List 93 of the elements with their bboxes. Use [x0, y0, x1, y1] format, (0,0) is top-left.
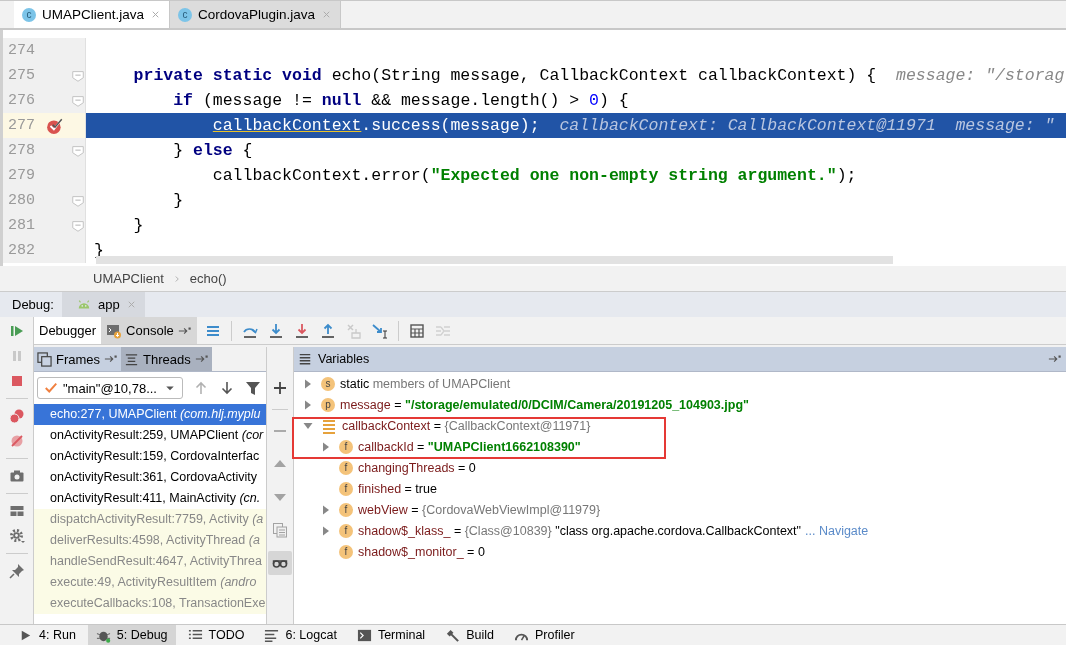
variable-entry[interactable]: static members of UMAPClient [340, 376, 511, 391]
line-number: 278 [7, 142, 36, 159]
inline-value-hint: message: " [955, 116, 1055, 135]
code-line: } else { [173, 141, 253, 160]
stack-frame[interactable]: execute:49, ActivityResultItem (andro [34, 572, 266, 593]
line-number: 279 [7, 167, 36, 184]
code-line: private static void echo(String message, CallbackContext callbackContext) { [133, 66, 877, 85]
breadcrumb-item[interactable]: UMAPClient [93, 271, 164, 286]
panel-title: Debug: [11, 296, 55, 314]
navigate-link[interactable]: ... Navigate [805, 523, 869, 538]
inline-value-hint: message: "/storag [896, 66, 1065, 85]
code-line: } [133, 216, 144, 235]
class-icon: c [178, 7, 193, 22]
editor-tab[interactable]: c UMAPClient.java [14, 1, 171, 28]
stack-frame[interactable]: onActivityResult:361, CordovaActivity [34, 467, 266, 488]
camera-icon[interactable] [8, 468, 25, 484]
line-number: 280 [7, 192, 36, 209]
variable-type-icon: s [321, 376, 335, 391]
variable-entry[interactable]: webView = {CordovaWebViewImpl@11979} [358, 502, 601, 517]
code-line: } [173, 191, 184, 210]
variable-entry[interactable]: shadow$_klass_ = {Class@10839} "class org.apache.cordova.CallbackContext" [358, 523, 801, 538]
list-icon [124, 351, 140, 367]
code-line: callbackContext.error("Expected one non-empty string argument."); [212, 166, 857, 185]
variable-type-icon: f [339, 439, 353, 454]
line-number: 281 [7, 217, 36, 234]
code-line: if (message != null && message.length() > 0) { [173, 91, 629, 110]
line-number: 282 [7, 242, 36, 259]
stack-frame[interactable]: onActivityResult:411, MainActivity (cn. [34, 488, 266, 509]
variable-type-icon: f [339, 502, 353, 517]
debugger-tab[interactable]: Console [101, 317, 197, 344]
lines-icon [264, 627, 280, 643]
filter-icon[interactable] [245, 380, 261, 396]
step-into-icon[interactable] [267, 322, 284, 339]
tool-window-button[interactable]: Profiler [505, 625, 583, 645]
panel-title: Variables [318, 352, 370, 366]
breakpoint-icon[interactable] [46, 116, 64, 135]
list-icon [298, 352, 312, 366]
line-number: 274 [7, 42, 36, 59]
thread-dropdown[interactable]: "main"@10,78... [37, 377, 183, 399]
line-number: 277 [7, 117, 36, 134]
plus-icon[interactable] [272, 380, 288, 396]
frames-icon [37, 351, 52, 367]
variable-entry[interactable]: message = "/storage/emulated/0/DCIM/Camera/20191205_104903.jpg" [340, 397, 749, 412]
resume-icon[interactable] [8, 323, 25, 339]
stack-frame[interactable]: onActivityResult:259, UMAPClient (cor [34, 425, 266, 446]
pin-icon[interactable] [8, 563, 25, 579]
stack-frame[interactable]: onActivityResult:159, CordovaInterfac [34, 446, 266, 467]
class-icon: c [22, 7, 36, 22]
panel-tab[interactable]: Threads [121, 347, 212, 371]
variable-type-icon: f [339, 544, 353, 559]
calculator-icon[interactable] [408, 322, 425, 339]
line-number: 275 [7, 67, 36, 84]
stack-frame[interactable]: deliverResults:4598, ActivityThread (a [34, 530, 266, 551]
tool-window-button[interactable]: Terminal [348, 625, 434, 645]
variable-entry[interactable]: shadow$_monitor_ = 0 [358, 544, 485, 559]
tool-window-button[interactable]: Build [437, 625, 502, 645]
settings-icon[interactable] [8, 528, 25, 544]
session-tab[interactable]: app [61, 292, 145, 317]
force-step-into-icon[interactable] [293, 322, 310, 339]
check-icon [44, 381, 58, 395]
variable-type-icon: f [339, 523, 353, 538]
step-out-icon[interactable] [319, 322, 336, 339]
console-icon [106, 322, 123, 339]
down-arrow-icon[interactable] [219, 380, 235, 396]
stack-frame[interactable]: dispatchActivityResult:7759, Activity (a [34, 509, 266, 530]
stack-frame[interactable]: executeCallbacks:108, TransactionExe [34, 593, 266, 614]
tool-window-button[interactable]: 5: Debug [87, 625, 176, 645]
hammer-icon [445, 627, 461, 643]
editor-tab[interactable]: c CordovaPlugin.java [170, 1, 342, 28]
variable-entry[interactable]: callbackId = "UMAPClient1662108390" [358, 439, 581, 454]
breadcrumb-item[interactable]: echo() [189, 271, 227, 286]
stack-frame[interactable]: handleSendResult:4647, ActivityThrea [34, 551, 266, 572]
breakpoints-icon[interactable] [8, 408, 25, 424]
variable-type-icon [321, 417, 337, 434]
scrollbar[interactable] [96, 256, 893, 264]
variable-type-icon: f [339, 460, 353, 475]
stack-frame[interactable]: echo:277, UMAPClient (com.hlj.myplu [34, 404, 266, 425]
variable-entry[interactable]: callbackContext = {CallbackContext@11971} [342, 418, 591, 433]
variable-entry[interactable]: changingThreads = 0 [358, 460, 476, 475]
inline-value-hint: callbackContext: CallbackContext@11971 [559, 116, 936, 135]
tool-window-button[interactable]: 4: Run [10, 625, 84, 645]
code-line: callbackContext.success(message); [212, 116, 540, 135]
panel-tab[interactable]: Frames [34, 347, 122, 371]
tool-window-button[interactable]: 6: Logcat [256, 625, 345, 645]
tool-window-button[interactable]: TODO [179, 625, 253, 645]
layout-icon[interactable] [8, 503, 25, 519]
debugger-tab[interactable]: Debugger [34, 317, 102, 344]
variable-type-icon: f [339, 481, 353, 496]
line-number: 276 [7, 92, 36, 109]
variable-entry[interactable]: finished = true [358, 481, 437, 496]
run-to-cursor-icon[interactable] [371, 322, 388, 339]
variable-type-icon: p [321, 397, 335, 412]
terminal-icon [356, 627, 372, 643]
